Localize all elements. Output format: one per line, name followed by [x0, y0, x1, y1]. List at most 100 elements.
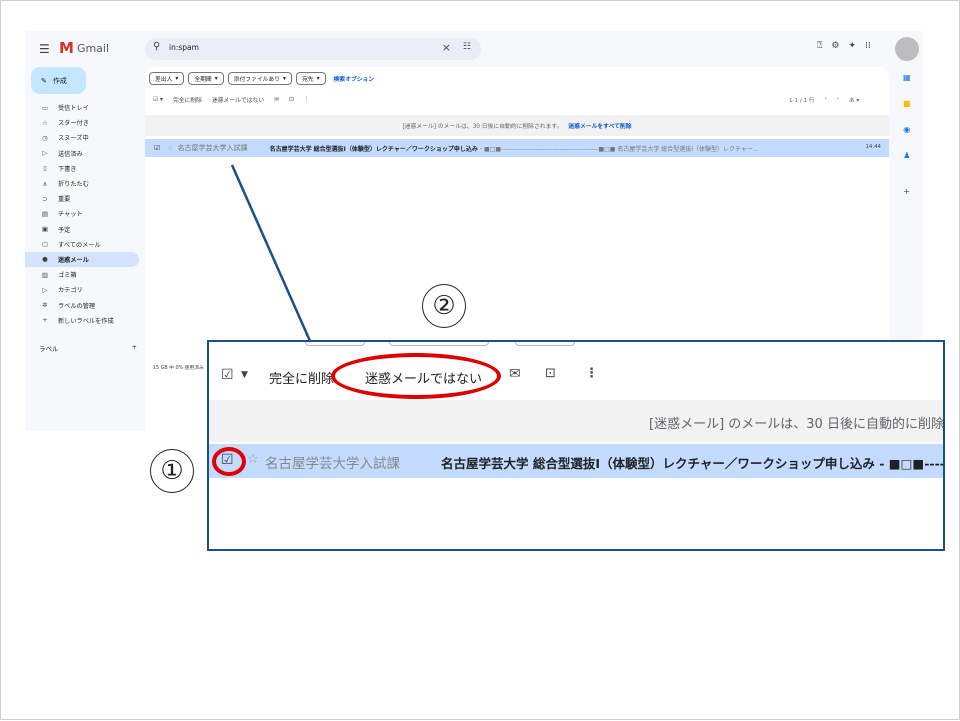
- search-icon[interactable]: ⚲: [153, 41, 160, 52]
- sidebar-item[interactable]: ● 迷惑メール: [25, 251, 139, 268]
- sidebar-item[interactable]: ▢ すべてのメール: [25, 237, 139, 252]
- slide: ☰ M Gmail ⚲ in:spam × ☷ ⍰ ⚙ ✦ ⁞⁞ ✎ 作成 ▭ …: [0, 0, 960, 720]
- sidebar-item[interactable]: ▣ 予定: [25, 222, 139, 237]
- sidebar-item-label: カテゴリ: [58, 287, 83, 295]
- sidebar-item[interactable]: ∧ 折りたたむ: [25, 176, 139, 191]
- sidebar-item[interactable]: ▷ カテゴリ: [25, 282, 139, 297]
- chevron-down-icon: ▾: [175, 75, 179, 82]
- clear-search-icon[interactable]: ×: [442, 41, 451, 54]
- filter-chip-label: 宛先: [301, 77, 314, 83]
- tasks-icon[interactable]: ◉: [903, 125, 910, 134]
- not-spam-button[interactable]: 迷惑メールではない: [212, 95, 264, 104]
- zoom-delete-forever-button[interactable]: 完全に削除: [269, 368, 334, 387]
- filter-chip-label: 添付ファイルあり: [233, 77, 281, 83]
- search-options-icon[interactable]: ☷: [463, 42, 471, 52]
- sidebar-item-label: スター付き: [58, 120, 89, 128]
- advanced-search-link[interactable]: 検索オプション: [334, 74, 375, 83]
- spam-icon: ●: [42, 255, 48, 264]
- row-sender: 名古屋学芸大学入試課: [177, 144, 248, 152]
- sidebar-item-label: 折りたたむ: [58, 181, 89, 189]
- zoom-callout: ☑ ▼ 完全に削除 迷惑メールではない ✉ ⊡ ⋮ [迷惑メール] のメールは、…: [207, 340, 945, 551]
- chevron-up-icon: ∧: [42, 179, 48, 188]
- apps-grid-icon[interactable]: ⁞⁞: [865, 41, 871, 51]
- spam-notice-text: [迷惑メール] のメールは、30 日後に自動的に削除されます。: [402, 124, 563, 130]
- avatar[interactable]: [895, 37, 919, 61]
- sidebar-item[interactable]: ◷ スヌーズ中: [25, 130, 139, 145]
- sidebar-item[interactable]: ☆ スター付き: [25, 115, 139, 130]
- move-to-icon[interactable]: ⊡: [289, 97, 294, 103]
- search-input[interactable]: in:spam: [169, 43, 199, 52]
- zoom-caret-icon[interactable]: ▼: [241, 370, 248, 380]
- sidebar-item[interactable]: + 新しいラベルを作成: [25, 313, 139, 328]
- menu-icon[interactable]: ☰: [39, 42, 50, 56]
- zoom-move-to-icon[interactable]: ⊡: [545, 366, 556, 381]
- chat-icon: ▤: [41, 209, 49, 218]
- side-panel: ▦ ■ ◉ ♟ +: [903, 73, 911, 196]
- filter-chip[interactable]: 差出人 ▾: [149, 72, 185, 85]
- sidebar-item[interactable]: ⊃ 重要: [25, 191, 139, 206]
- help-icon[interactable]: ⍰: [817, 41, 822, 51]
- sidebar-item-label: 下書き: [58, 165, 77, 173]
- sidebar-item[interactable]: ▯ 下書き: [25, 161, 139, 176]
- delete-all-spam-link[interactable]: 迷惑メールをすべて削除: [568, 121, 631, 130]
- sidebar-item[interactable]: ✲ ラベルの管理: [25, 297, 139, 312]
- inbox-icon: ▭: [41, 103, 49, 112]
- step-2-marker: ②: [422, 284, 466, 328]
- row-checkbox[interactable]: ☑: [154, 144, 160, 152]
- zoom-select-all-checkbox[interactable]: ☑: [221, 367, 234, 383]
- get-addons-icon[interactable]: +: [903, 187, 910, 196]
- more-icon[interactable]: ⋮: [304, 97, 310, 103]
- filter-chip[interactable]: 添付ファイルあり ▾: [227, 72, 292, 85]
- keep-icon[interactable]: ■: [903, 99, 911, 108]
- filter-chips: 差出人 ▾ 全期間 ▾ 添付ファイルあり ▾ 宛先 ▾ 検索オプション: [149, 72, 374, 85]
- chevron-down-icon: ▾: [316, 75, 320, 82]
- spam-notice: [迷惑メール] のメールは、30 日後に自動的に削除されます。 迷惑メールをすべ…: [145, 115, 889, 136]
- mark-unread-icon[interactable]: ✉: [274, 97, 279, 103]
- sidebar-item[interactable]: ▥ ゴミ箱: [25, 267, 139, 282]
- draft-icon: ▯: [43, 164, 47, 173]
- search-box[interactable]: ⚲ in:spam × ☷: [145, 38, 481, 60]
- trash-icon: ▥: [41, 270, 49, 279]
- sidebar-item[interactable]: ▭ 受信トレイ: [25, 100, 139, 115]
- sidebar-item-label: スヌーズ中: [58, 135, 89, 143]
- zoom-chip-fragment: [389, 342, 489, 346]
- zoom-mark-unread-icon[interactable]: ✉: [509, 366, 521, 382]
- select-all-checkbox[interactable]: ☑ ▾: [153, 97, 163, 103]
- contacts-icon[interactable]: ♟: [903, 151, 910, 160]
- add-label-icon[interactable]: +: [132, 343, 137, 353]
- important-icon: ⊃: [42, 194, 48, 203]
- gmail-logo[interactable]: M Gmail: [59, 39, 109, 57]
- email-row[interactable]: ☑ ☆ 名古屋学芸大学入試課 名古屋学芸大学 総合型選抜I（体験型）レクチャー／…: [145, 139, 889, 157]
- sidebar-item-label: 新しいラベルを作成: [58, 317, 114, 325]
- sidebar-item-label: すべてのメール: [58, 241, 101, 249]
- filter-chip[interactable]: 全期間 ▾: [188, 72, 224, 85]
- sidebar-item-label: 迷惑メール: [58, 256, 89, 264]
- top-bar: ☰ M Gmail ⚲ in:spam × ☷ ⍰ ⚙ ✦ ⁞⁞: [25, 31, 923, 66]
- zoom-notice-text: [迷惑メール] のメールは、30 日後に自動的に削除され: [649, 417, 945, 432]
- mail-toolbar: ☑ ▾ 完全に削除 迷惑メールではない ✉ ⊡ ⋮: [153, 95, 310, 105]
- next-page-icon[interactable]: ›: [837, 96, 839, 104]
- zoom-email-row[interactable]: ☑ ☆ 名古屋学芸大学入試課 名古屋学芸大学 総合型選抜I（体験型）レクチャー／…: [209, 444, 943, 478]
- zoom-toolbar: ☑ ▼ 完全に削除 迷惑メールではない ✉ ⊡ ⋮: [209, 342, 943, 400]
- star-icon: ☆: [42, 118, 48, 127]
- sidebar-item[interactable]: ▷ 送信済み: [25, 146, 139, 161]
- star-icon[interactable]: ☆: [167, 144, 173, 152]
- input-tools-button[interactable]: あ ▾: [849, 96, 859, 104]
- zoom-chip-fragment: [515, 342, 575, 346]
- app-name: Gmail: [76, 41, 110, 55]
- row-separator: -: [479, 144, 482, 152]
- delete-forever-button[interactable]: 完全に削除: [173, 95, 202, 104]
- gemini-icon[interactable]: ✦: [848, 41, 856, 51]
- sidebar-item-label: 重要: [58, 196, 71, 204]
- sidebar-item[interactable]: ▤ チャット: [25, 206, 139, 221]
- calendar-icon[interactable]: ▦: [903, 73, 911, 82]
- plus-icon: +: [42, 316, 48, 325]
- zoom-more-icon[interactable]: ⋮: [585, 366, 598, 381]
- compose-button[interactable]: ✎ 作成: [31, 67, 86, 94]
- zoom-star-icon[interactable]: ☆: [247, 452, 259, 467]
- sidebar-item-label: ゴミ箱: [58, 272, 77, 280]
- chevron-down-icon: ▾: [283, 75, 286, 82]
- settings-icon[interactable]: ⚙: [831, 41, 839, 51]
- filter-chip[interactable]: 宛先 ▾: [295, 72, 326, 85]
- prev-page-icon[interactable]: ‹: [825, 96, 827, 104]
